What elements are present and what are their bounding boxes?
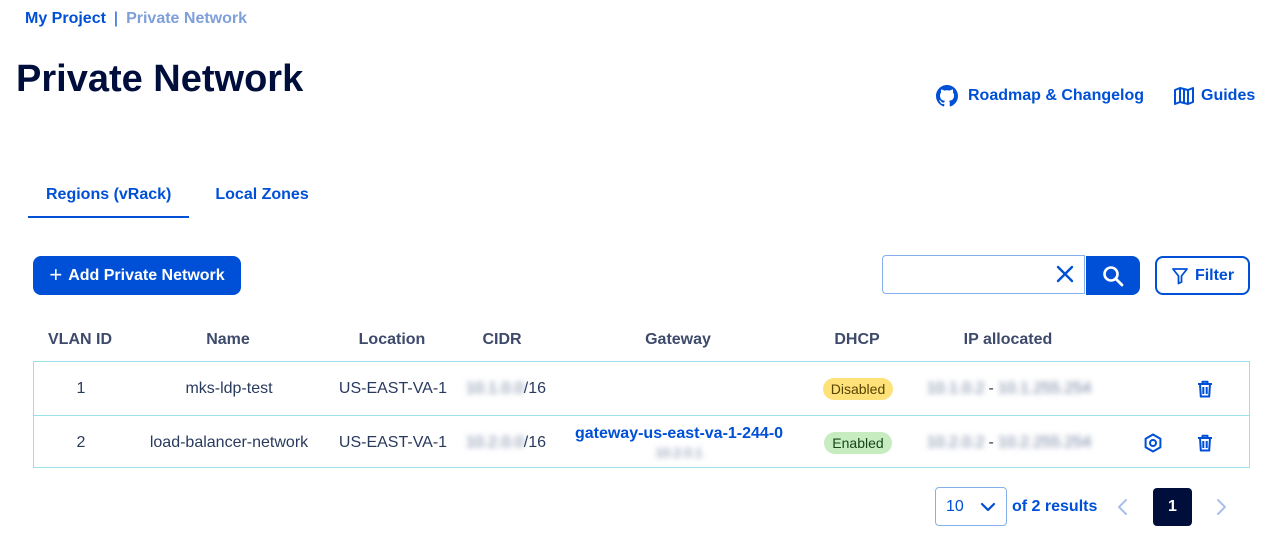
page-size-value: 10 xyxy=(946,497,964,515)
roadmap-changelog-link[interactable]: Roadmap & Changelog xyxy=(936,85,1144,107)
ip-range-separator: - xyxy=(988,433,994,451)
gateway-ip: 10.2.0.1 xyxy=(655,445,703,460)
filter-button[interactable]: Filter xyxy=(1155,256,1250,295)
breadcrumb-current: Private Network xyxy=(126,10,248,27)
dhcp-cell: Enabled xyxy=(818,416,898,469)
trash-icon xyxy=(1198,380,1212,397)
cidr-suffix: /16 xyxy=(523,433,547,451)
vlan-id-cell: 2 xyxy=(76,433,86,451)
column-header-vlan-id: VLAN ID xyxy=(48,331,112,348)
cidr-suffix: /16 xyxy=(523,379,547,397)
ip-allocated-cell: 10.2.0.2 - 10.2.255.254 xyxy=(914,416,1104,469)
trash-icon xyxy=(1198,434,1212,451)
column-header-dhcp: DHCP xyxy=(834,331,880,348)
chevron-right-icon xyxy=(1217,499,1226,515)
filter-icon xyxy=(1172,267,1188,284)
plus-icon: + xyxy=(49,261,63,287)
ip-allocated-cell: 10.1.0.2 - 10.1.255.254 xyxy=(914,362,1104,415)
column-header-ip-allocated: IP allocated xyxy=(963,331,1053,348)
ip-range-start: 10.1.0.2 xyxy=(926,379,985,397)
delete-button[interactable] xyxy=(1194,416,1216,469)
breadcrumb-separator: | xyxy=(113,10,119,27)
page-title: Private Network xyxy=(16,58,304,100)
ip-range-end: 10.1.255.254 xyxy=(997,379,1092,397)
page-button-current[interactable]: 1 xyxy=(1153,488,1192,526)
delete-button[interactable] xyxy=(1194,362,1216,415)
close-icon[interactable] xyxy=(1056,265,1074,283)
breadcrumb: My Project | Private Network xyxy=(25,10,247,28)
ip-range-separator: - xyxy=(988,379,994,397)
dhcp-status-badge: Disabled xyxy=(822,377,894,400)
tab-regions-vrack[interactable]: Regions (vRack) xyxy=(28,180,190,218)
ip-range-end: 10.2.255.254 xyxy=(997,433,1092,451)
chevron-left-icon xyxy=(1118,499,1127,515)
column-header-name: Name xyxy=(206,331,250,348)
tab-local-zones[interactable]: Local Zones xyxy=(197,180,326,218)
dhcp-status-badge: Enabled xyxy=(824,431,892,454)
gateway-link[interactable]: gateway-us-east-va-1-244-0 xyxy=(575,425,783,443)
name-cell: load-balancer-network xyxy=(149,433,309,451)
next-page-button[interactable] xyxy=(1212,497,1230,522)
tab-bar: Regions (vRack) Local Zones xyxy=(28,180,327,218)
table-row: 1 mks-ldp-test US-EAST-VA-1 10.1.0.0/16 … xyxy=(34,362,1249,415)
map-book-icon xyxy=(1174,87,1194,105)
vlan-id-cell: 1 xyxy=(76,379,86,397)
location-cell: US-EAST-VA-1 xyxy=(338,379,448,397)
search-field xyxy=(882,255,1085,294)
chevron-down-icon xyxy=(980,502,996,511)
gateway-settings-button[interactable] xyxy=(1142,416,1164,469)
table-row: 2 load-balancer-network US-EAST-VA-1 10.… xyxy=(34,415,1249,469)
ip-range-start: 10.2.0.2 xyxy=(926,433,985,451)
previous-page-button[interactable] xyxy=(1114,497,1132,522)
add-private-network-label: Add Private Network xyxy=(68,266,225,284)
search-button[interactable] xyxy=(1086,256,1140,295)
guides-link[interactable]: Guides xyxy=(1173,86,1255,106)
name-cell: mks-ldp-test xyxy=(185,379,273,397)
github-icon xyxy=(936,85,958,107)
cidr-cell: 10.2.0.0/16 xyxy=(456,416,556,469)
column-header-cidr: CIDR xyxy=(482,331,522,348)
dhcp-cell: Disabled xyxy=(818,362,898,415)
column-header-location: Location xyxy=(358,331,426,348)
page-size-select[interactable]: 10 xyxy=(935,487,1007,526)
column-header-gateway: Gateway xyxy=(645,331,711,348)
cidr-prefix: 10.1.0.0 xyxy=(465,379,524,397)
add-private-network-button[interactable]: + Add Private Network xyxy=(33,256,241,295)
gateway-cell: gateway-us-east-va-1-244-0 10.2.0.1 xyxy=(564,416,794,469)
search-input[interactable] xyxy=(891,256,1055,294)
filter-label: Filter xyxy=(1194,266,1235,284)
search-icon xyxy=(1103,265,1124,286)
cidr-cell: 10.1.0.0/16 xyxy=(456,362,556,415)
private-network-table: 1 mks-ldp-test US-EAST-VA-1 10.1.0.0/16 … xyxy=(33,361,1250,468)
cidr-prefix: 10.2.0.0 xyxy=(465,433,524,451)
location-cell: US-EAST-VA-1 xyxy=(338,433,448,451)
results-count: of 2 results xyxy=(1012,498,1098,515)
guides-label: Guides xyxy=(1201,87,1256,104)
gear-icon xyxy=(1144,433,1162,452)
breadcrumb-my-project[interactable]: My Project xyxy=(25,10,106,28)
roadmap-changelog-label: Roadmap & Changelog xyxy=(968,87,1145,104)
